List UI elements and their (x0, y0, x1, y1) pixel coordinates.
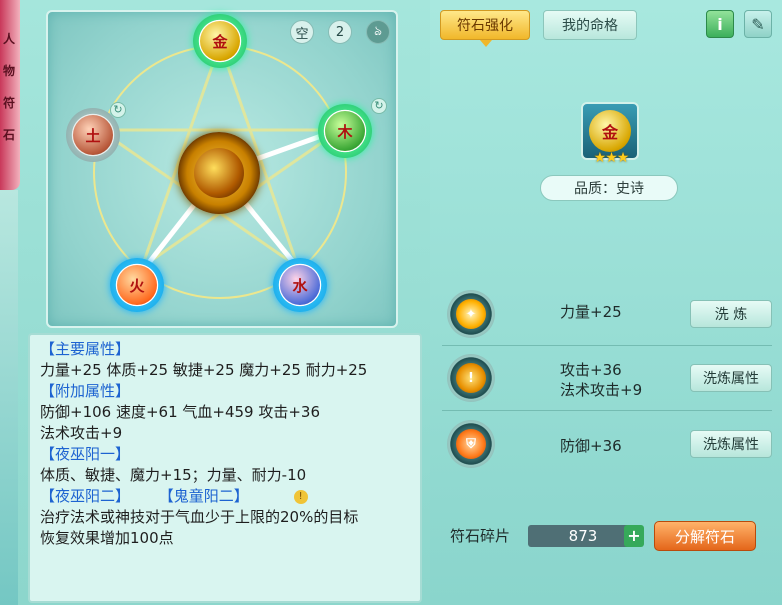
info-button[interactable]: i (706, 10, 734, 38)
rune-gem-wood: 木 (325, 111, 365, 151)
side-tab-rune[interactable]: 人 物 符 石 (0, 0, 20, 190)
refine-button[interactable]: 洗 炼 (690, 300, 772, 328)
rune-node-fire[interactable]: 火 (110, 258, 164, 312)
attr-value: 力量+25 (560, 303, 622, 321)
side-tab-char: 符 (3, 96, 16, 110)
rune-attr-row: ✦ 力量+25 洗 炼 (442, 288, 772, 342)
divider (442, 345, 772, 346)
refine-attr-button[interactable]: 洗炼属性 (690, 430, 772, 458)
rune-enhance-panel: 符石强化 我的命格 i ✎ 金 ★★★ 品质：史诗 ✦ 力量+25 洗 炼 ! … (430, 0, 782, 605)
extra-attr-line: 防御+106 速度+61 气血+459 攻击+36 (40, 403, 321, 421)
fragment-label: 符石碎片 (450, 527, 511, 545)
extra-attr-line: 法术攻击+9 (40, 424, 123, 442)
add-fragment-button[interactable]: + (624, 525, 644, 547)
attr-value: 防御+36 (560, 437, 622, 455)
refresh-icon[interactable]: ↻ (371, 98, 387, 114)
strength-attr-icon: ✦ (447, 290, 495, 338)
side-strip (0, 190, 18, 605)
rune-board: 金 木 土 火 水 ↻ ↻ 空 2 ঌ (46, 10, 398, 328)
rune-node-water[interactable]: 水 (273, 258, 327, 312)
set-header-yewu-1: 【夜巫阳一】 (40, 445, 131, 463)
attr-value: 攻击+36 (560, 361, 622, 379)
decompose-rune-button[interactable]: 分解符石 (654, 521, 756, 551)
dragon-emblem-icon (194, 148, 244, 198)
tab-my-fate[interactable]: 我的命格 (543, 10, 637, 40)
attack-attr-icon: ! (447, 354, 495, 402)
rune-quality-label: 品质：史诗 (540, 175, 678, 201)
fragment-count: 873 (528, 525, 638, 547)
count-badge: 2 (328, 20, 352, 44)
rune-node-wood[interactable]: 木 (318, 104, 372, 158)
refresh-icon[interactable]: ↻ (110, 102, 126, 118)
rune-gem-water: 水 (280, 265, 320, 305)
rune-gem-gold: 金 (589, 110, 631, 152)
main-attr-header: 【主要属性】 (40, 340, 131, 358)
attr-value: 法术攻击+9 (560, 381, 643, 399)
rune-star-rating: ★★★ (593, 150, 630, 166)
empty-slot-badge: 空 (290, 20, 314, 44)
defense-attr-icon: ⛨ (447, 420, 495, 468)
side-tab-char: 石 (3, 128, 16, 142)
side-tab-char: 人 (3, 32, 16, 46)
rune-gem-earth: 土 (73, 115, 113, 155)
rune-attr-row: ⛨ 防御+36 洗炼属性 (442, 418, 772, 472)
tab-rune-enhance[interactable]: 符石强化 (440, 10, 530, 40)
rune-gem-fire: 火 (117, 265, 157, 305)
info-warning-icon[interactable]: ! (293, 489, 308, 504)
rune-stats-panel: 【主要属性】 力量+25 体质+25 敏捷+25 魔力+25 耐力+25 【附加… (28, 333, 422, 603)
refine-attr-button[interactable]: 洗炼属性 (690, 364, 772, 392)
extra-attr-header: 【附加属性】 (40, 382, 131, 400)
divider (442, 410, 772, 411)
side-tab-char: 物 (3, 64, 16, 78)
rune-node-gold[interactable]: 金 (193, 14, 247, 68)
main-attr-values: 力量+25 体质+25 敏捷+25 魔力+25 耐力+25 (40, 361, 368, 379)
special-badge-icon[interactable]: ঌ (366, 20, 390, 44)
notes-icon[interactable]: ✎ (744, 10, 772, 38)
rune-attr-row: ! 攻击+36 法术攻击+9 洗炼属性 (442, 352, 772, 406)
set-effect-yewu-1: 体质、敏捷、魔力+15；力量、耐力-10 (40, 466, 307, 484)
set-effect-line: 治疗法术或神技对于气血少于上限的20%的目标 (40, 508, 359, 526)
rune-gem-gold: 金 (200, 21, 240, 61)
tab-pointer (480, 40, 492, 47)
set-effect-line: 恢复效果增加100点 (40, 529, 174, 547)
set-header-yewu-2: 【夜巫阳二】 (40, 487, 131, 505)
set-header-guitong-2: 【鬼童阳二】 (158, 487, 249, 505)
center-rune-core[interactable] (178, 132, 260, 214)
